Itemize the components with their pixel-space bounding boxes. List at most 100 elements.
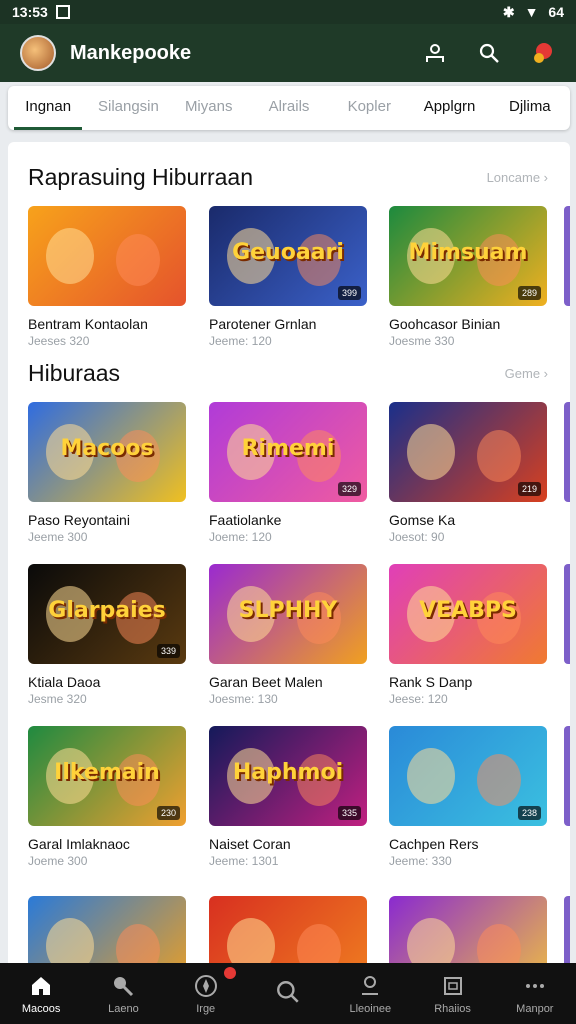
game-card[interactable] bbox=[209, 896, 367, 972]
game-thumbnail[interactable] bbox=[28, 896, 186, 972]
game-subtitle: Joesot: 90 bbox=[389, 530, 445, 544]
game-art-title: Rimemi bbox=[241, 436, 335, 461]
character-art bbox=[407, 748, 455, 804]
game-subtitle: Jeese: 120 bbox=[389, 692, 448, 706]
search-icon[interactable] bbox=[476, 40, 502, 66]
profile-icon[interactable] bbox=[422, 40, 448, 66]
game-thumbnail[interactable] bbox=[28, 206, 186, 306]
game-art-title: Mimsuam bbox=[408, 240, 528, 265]
game-thumbnail[interactable]: Geuoaari 399 bbox=[209, 206, 367, 306]
game-title: Naiset Coran bbox=[209, 836, 291, 852]
notification-dot bbox=[223, 967, 236, 979]
nav-lleoinee[interactable]: Lleoinee bbox=[329, 963, 411, 1024]
game-thumbnail[interactable]: VEABPS bbox=[389, 564, 547, 664]
game-subtitle: Joesme 330 bbox=[389, 334, 455, 348]
game-subtitle: Jeeses 320 bbox=[28, 334, 90, 348]
game-card[interactable] bbox=[389, 896, 547, 972]
game-card[interactable]: Ilkemain 230 Garal Imlaknaoc Joeme 300 bbox=[28, 726, 186, 868]
search-icon bbox=[275, 979, 301, 1005]
game-title: Gomse Ka bbox=[389, 512, 456, 528]
game-title: Bentram Kontaolan bbox=[28, 316, 148, 332]
see-more-link[interactable]: Loncame › bbox=[487, 170, 548, 185]
see-more-link[interactable]: Geme › bbox=[505, 366, 548, 381]
carousel-peek bbox=[564, 726, 570, 826]
game-thumbnail[interactable] bbox=[209, 896, 367, 972]
nav-laeno[interactable]: Laeno bbox=[82, 963, 164, 1024]
game-card[interactable]: 238 Cachpen Rers Jeeme: 330 bbox=[389, 726, 547, 868]
explore-icon bbox=[193, 973, 219, 999]
notification-icon[interactable] bbox=[530, 40, 556, 66]
game-card[interactable]: SLPHHY Garan Beet Malen Joesme: 130 bbox=[209, 564, 367, 706]
game-title: Parotener Grnlan bbox=[209, 316, 317, 332]
game-subtitle: Joesme: 130 bbox=[209, 692, 278, 706]
status-time: 13:53 bbox=[12, 4, 48, 20]
game-card[interactable]: 219 Gomse Ka Joesot: 90 bbox=[389, 402, 547, 544]
game-thumbnail[interactable]: Mimsuam 289 bbox=[389, 206, 547, 306]
wifi-icon: ▼ bbox=[524, 4, 539, 20]
game-thumbnail[interactable] bbox=[389, 896, 547, 972]
game-card[interactable]: Bentram Kontaolan Jeeses 320 bbox=[28, 206, 186, 348]
tab-alrails[interactable]: Alrails bbox=[249, 86, 329, 130]
game-card[interactable]: Macoos Paso Reyontaini Jeeme 300 bbox=[28, 402, 186, 544]
nav-rhaiios[interactable]: Rhaiios bbox=[411, 963, 493, 1024]
game-card[interactable]: Geuoaari 399 Parotener Grnlan Jeeme: 120 bbox=[209, 206, 367, 348]
tab-ingnan[interactable]: Ingnan bbox=[8, 86, 88, 130]
game-thumbnail[interactable]: Ilkemain 230 bbox=[28, 726, 186, 826]
game-title: Rank S Danp bbox=[389, 674, 473, 690]
game-art-title: Macoos bbox=[60, 436, 154, 461]
game-art-title: Geuoaari bbox=[232, 240, 344, 265]
app-title: Mankepooke bbox=[70, 41, 192, 64]
nav-search[interactable] bbox=[247, 963, 329, 1024]
tab-silangsin[interactable]: Silangsin bbox=[88, 86, 168, 130]
game-thumbnail[interactable]: Macoos bbox=[28, 402, 186, 502]
tab-djlima[interactable]: Djlima bbox=[490, 86, 570, 130]
library-icon bbox=[440, 973, 466, 999]
game-card[interactable]: Mimsuam 289 Goohcasor Binian Joesme 330 bbox=[389, 206, 547, 348]
game-card[interactable]: Haphmoi 335 Naiset Coran Jeeme: 1301 bbox=[209, 726, 367, 868]
more-icon bbox=[522, 973, 548, 999]
game-card[interactable]: Rimemi 329 Faatiolanke Joeme: 120 bbox=[209, 402, 367, 544]
tab-miyans[interactable]: Miyans bbox=[169, 86, 249, 130]
game-thumbnail[interactable]: 238 bbox=[389, 726, 547, 826]
game-subtitle: Jesme 320 bbox=[28, 692, 87, 706]
rating-badge: 399 bbox=[337, 286, 361, 300]
character-art bbox=[116, 234, 160, 286]
nav-manpor[interactable]: Manpor bbox=[494, 963, 576, 1024]
nav-irge[interactable]: Irge bbox=[165, 963, 247, 1024]
game-art-title: VEABPS bbox=[419, 598, 517, 623]
game-card[interactable]: VEABPS Rank S Danp Jeese: 120 bbox=[389, 564, 547, 706]
game-title: Faatiolanke bbox=[209, 512, 282, 528]
game-art-title: Glarpaies bbox=[48, 598, 166, 623]
carousel-peek bbox=[564, 564, 570, 664]
game-thumbnail[interactable]: Glarpaies 339 bbox=[28, 564, 186, 664]
content-panel: Raprasuing Hiburraan Loncame › Hiburaas … bbox=[8, 142, 570, 972]
game-title: Ktiala Daoa bbox=[28, 674, 101, 690]
game-thumbnail[interactable]: Rimemi 329 bbox=[209, 402, 367, 502]
bluetooth-icon: ✱ bbox=[502, 3, 515, 20]
section-title: Raprasuing Hiburraan bbox=[28, 164, 254, 190]
game-card[interactable]: Glarpaies 339 Ktiala Daoa Jesme 320 bbox=[28, 564, 186, 706]
game-thumbnail[interactable]: SLPHHY bbox=[209, 564, 367, 664]
nav-label: Irge bbox=[196, 1002, 216, 1015]
game-art-title: Haphmoi bbox=[232, 760, 344, 785]
game-card[interactable] bbox=[28, 896, 186, 972]
nav-label: Macoos bbox=[21, 1002, 61, 1015]
game-art-title: SLPHHY bbox=[238, 598, 338, 623]
game-thumbnail[interactable]: Haphmoi 335 bbox=[209, 726, 367, 826]
game-title: Paso Reyontaini bbox=[28, 512, 130, 528]
tab-kopler[interactable]: Kopler bbox=[329, 86, 409, 130]
game-thumbnail[interactable]: 219 bbox=[389, 402, 547, 502]
nav-label: Laeno bbox=[108, 1002, 139, 1015]
nav-home[interactable]: Macoos bbox=[0, 963, 82, 1024]
battery-level: 64 bbox=[548, 4, 564, 20]
game-art-title: Ilkemain bbox=[54, 760, 160, 785]
character-art bbox=[477, 430, 521, 482]
character-art bbox=[46, 228, 94, 284]
rating-badge: 329 bbox=[337, 482, 361, 496]
game-title: Cachpen Rers bbox=[389, 836, 479, 852]
nav-label: Rhaiios bbox=[434, 1002, 471, 1015]
app-logo[interactable] bbox=[20, 35, 56, 71]
nav-label: Lleoinee bbox=[349, 1002, 392, 1015]
tab-applgrn[interactable]: Applgrn bbox=[409, 86, 489, 130]
section-header-2: Hiburaas Geme › bbox=[28, 360, 548, 387]
